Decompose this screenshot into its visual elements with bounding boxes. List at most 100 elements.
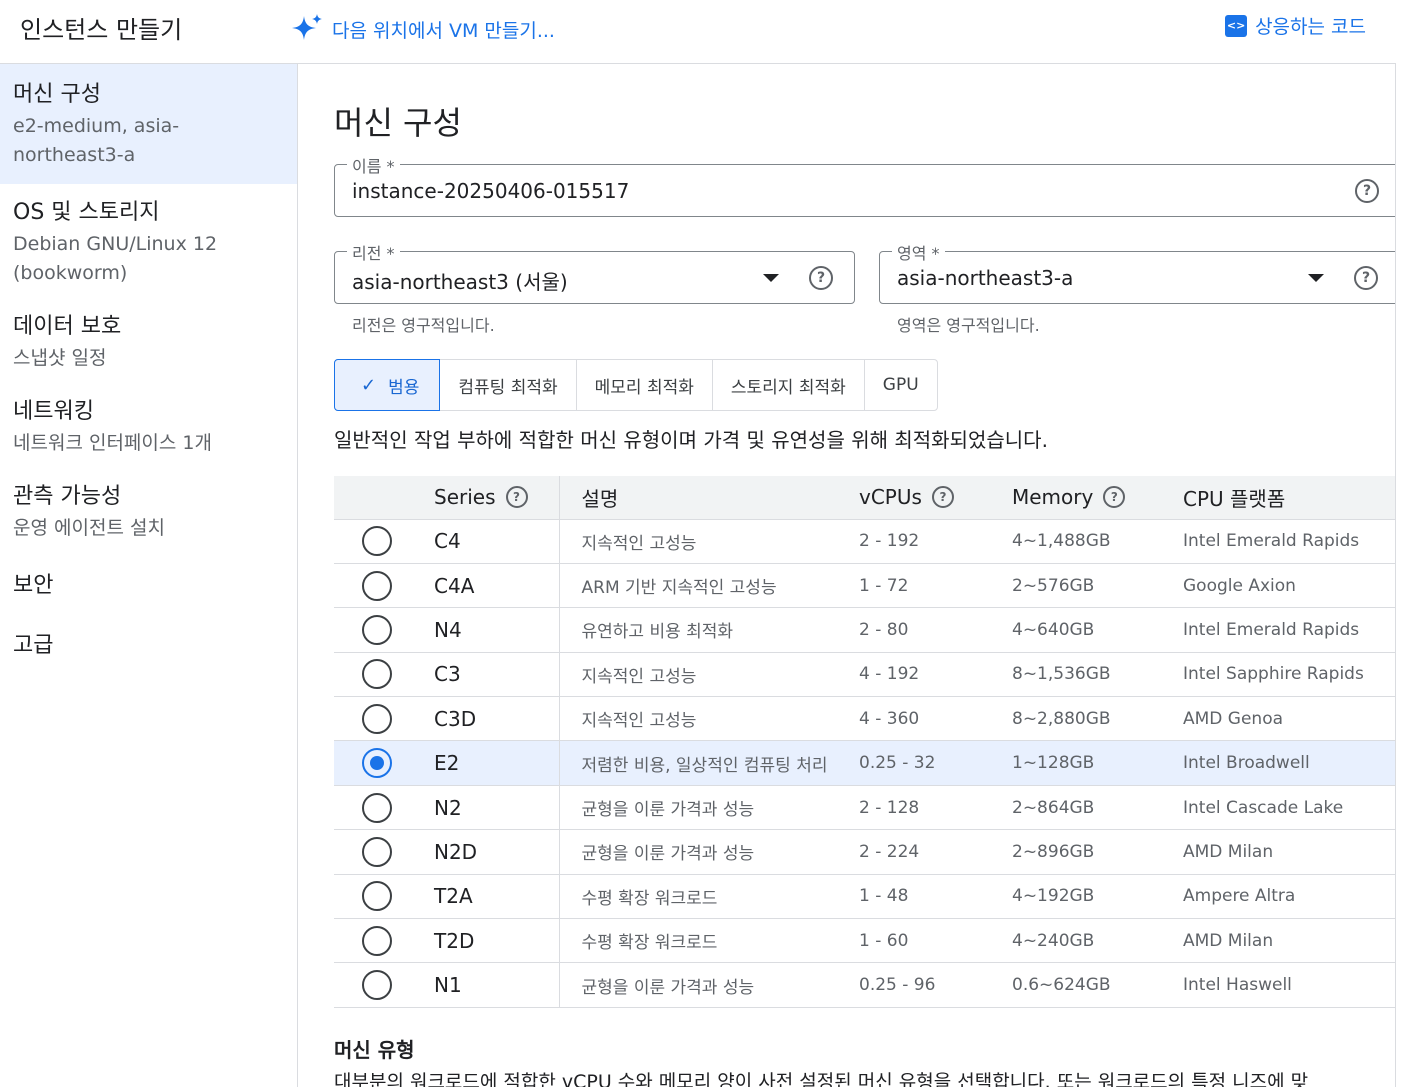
table-row[interactable]: C3 지속적인 고성능 4 - 192 8~1,536GB Intel Sapphire… [334,652,1395,698]
series-radio[interactable] [362,659,392,690]
table-row[interactable]: N1 균형을 이룬 가격과 성능 0.25 - 96 0.6~624GB Intel H… [334,962,1395,1008]
series-platform: AMD Genoa [1183,696,1395,742]
chip-compute-optimized[interactable]: 컴퓨팅 최적화 [440,360,577,410]
instance-name-input[interactable]: instance-20250406-015517 [352,179,629,203]
sidebar-item-security[interactable]: 보안 [0,553,297,611]
series-vcpus: 4 - 360 [859,696,1012,742]
help-icon[interactable]: ? [1355,179,1379,203]
series-name: N1 [434,962,559,1008]
series-name: C3 [434,652,559,698]
series-platform: Intel Emerald Rapids [1183,607,1395,653]
table-row[interactable]: C4 지속적인 고성능 2 - 192 4~1,488GB Intel Emerald … [334,519,1395,564]
sidebar-item-os-storage[interactable]: OS 및 스토리지 Debian GNU/Linux 12 (bookworm) [0,184,297,298]
instance-name-field[interactable]: 이름 * instance-20250406-015517 ? [334,153,1395,217]
series-radio[interactable] [362,970,392,1001]
table-row[interactable]: C4A ARM 기반 지속적인 고성능 1 - 72 2~576GB Google Ax… [334,563,1395,609]
series-radio[interactable] [362,526,392,557]
dropdown-arrow-icon[interactable] [763,274,779,282]
sidebar-item-observability[interactable]: 관측 가능성 운영 에이전트 설치 [0,468,297,553]
chip-label: 스토리지 최적화 [730,377,846,398]
gemini-create-vm-link[interactable]: 다음 위치에서 VM 만들기... [290,12,555,46]
series-desc: ARM 기반 지속적인 고성능 [558,563,859,609]
sidebar-item-networking[interactable]: 네트워킹 네트워크 인터페이스 1개 [0,383,297,468]
table-row[interactable]: C3D 지속적인 고성능 4 - 360 8~2,880GB AMD Genoa [334,696,1395,742]
series-memory: 4~240GB [1012,918,1183,964]
series-platform: Google Axion [1183,563,1395,609]
header-memory: Memory? [1012,476,1183,520]
help-icon[interactable]: ? [931,486,954,509]
chip-storage-optimized[interactable]: 스토리지 최적화 [713,360,865,410]
series-desc: 균형을 이룬 가격과 성능 [558,962,859,1008]
chip-memory-optimized[interactable]: 메모리 최적화 [577,360,713,410]
table-row[interactable]: N2 균형을 이룬 가격과 성능 2 - 128 2~864GB Intel Casca… [334,785,1395,831]
series-vcpus: 2 - 224 [859,829,1012,875]
series-radio[interactable] [362,881,392,912]
table-row[interactable]: N4 유연하고 비용 최적화 2 - 80 4~640GB Intel Emerald … [334,607,1395,653]
series-memory: 1~128GB [1012,740,1183,786]
help-icon[interactable]: ? [809,266,833,290]
series-radio[interactable] [362,748,392,779]
sidebar-item-label: 관측 가능성 [13,484,122,509]
radio-cell [334,563,434,609]
help-icon[interactable]: ? [1103,486,1126,509]
series-radio[interactable] [362,836,392,867]
series-name: C4A [434,563,559,609]
series-radio[interactable] [362,614,392,645]
table-row[interactable]: T2A 수평 확장 워크로드 1 - 48 4~192GB Ampere Altra [334,874,1395,920]
page-title: 인스턴스 만들기 [20,16,183,44]
series-name: C3D [434,696,559,742]
series-vcpus: 2 - 192 [859,519,1012,564]
chip-gpu[interactable]: GPU [865,360,937,410]
sidebar-item-sub: e2-medium, asia-northeast3-a [13,115,180,166]
series-radio[interactable] [362,792,392,823]
series-desc: 저렴한 비용, 일상적인 컴퓨팅 처리 [558,740,859,786]
table-row[interactable]: N2D 균형을 이룬 가격과 성능 2 - 224 2~896GB AMD Milan [334,829,1395,875]
radio-cell [334,740,434,786]
table-row[interactable]: T2D 수평 확장 워크로드 1 - 60 4~240GB AMD Milan [334,918,1395,964]
help-icon[interactable]: ? [1354,266,1378,290]
sidebar-item-label: 보안 [13,573,54,598]
series-radio[interactable] [362,570,392,601]
sidebar-item-sub: 스냅샷 일정 [13,347,107,369]
series-desc: 균형을 이룬 가격과 성능 [558,785,859,831]
series-radio[interactable] [362,703,392,734]
series-desc: 지속적인 고성능 [558,696,859,742]
zone-select[interactable]: 영역 * asia-northeast3-a ? [879,240,1395,304]
sidebar-item-advanced[interactable]: 고급 [0,611,297,671]
series-name: T2A [434,874,559,920]
series-memory: 4~640GB [1012,607,1183,653]
series-platform: AMD Milan [1183,829,1395,875]
series-table: Series? 설명 vCPUs? Memory? CPU 플랫폼 C4 지속적인… [334,476,1395,1008]
header-vcpus-label: vCPUs [859,485,922,510]
series-platform: AMD Milan [1183,918,1395,964]
field-label: 영역 * [892,240,945,264]
series-memory: 2~576GB [1012,563,1183,609]
equivalent-code-label: 상응하는 코드 [1255,16,1366,38]
chip-general-purpose[interactable]: ✓ 범용 [334,359,441,411]
table-row[interactable]: E2 저렴한 비용, 일상적인 컴퓨팅 처리 0.25 - 32 1~128GB Int… [334,740,1395,786]
dropdown-arrow-icon[interactable] [1308,274,1324,282]
series-name: N2D [434,829,559,875]
series-vcpus: 4 - 192 [859,652,1012,698]
series-vcpus: 0.25 - 96 [859,962,1012,1008]
zone-value: asia-northeast3-a [897,266,1074,290]
sidebar-item-machine-config[interactable]: 머신 구성 e2-medium, asia-northeast3-a [0,64,297,184]
series-memory: 0.6~624GB [1012,962,1183,1008]
series-name: E2 [434,740,559,786]
main-panel: 머신 구성 이름 * instance-20250406-015517 ? 리전… [298,64,1396,1087]
header-desc: 설명 [558,476,859,520]
series-name: N2 [434,785,559,831]
sidebar-item-data-protection[interactable]: 데이터 보호 스냅샷 일정 [0,298,297,383]
header-memory-label: Memory [1012,485,1094,510]
sidebar-item-sub: 네트워크 인터페이스 1개 [13,432,212,454]
sidebar: 머신 구성 e2-medium, asia-northeast3-a OS 및 … [0,64,298,1087]
header-platform-label: CPU 플랫폼 [1183,486,1286,511]
check-icon: ✓ [361,374,377,396]
region-select[interactable]: 리전 * asia-northeast3 (서울) ? [334,240,855,304]
sidebar-item-label: 네트워킹 [13,399,94,424]
series-vcpus: 2 - 80 [859,607,1012,653]
help-icon[interactable]: ? [505,486,528,509]
equivalent-code-button[interactable]: <> 상응하는 코드 [1225,12,1366,39]
machine-type-description: 대부분의 워크로드에 적합한 vCPU 수와 메모리 양이 사전 설정된 머신 … [334,1071,1309,1087]
series-radio[interactable] [362,925,392,956]
